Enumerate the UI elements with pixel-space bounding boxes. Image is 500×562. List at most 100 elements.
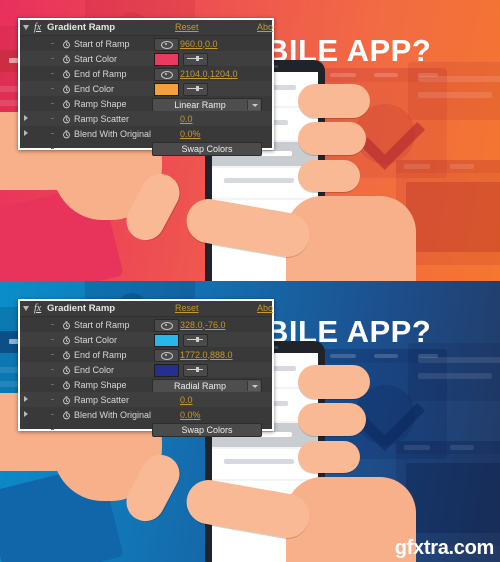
about-link[interactable]: Abo bbox=[257, 22, 273, 32]
property-row-ramp-shape[interactable]: Ramp Shape Linear Ramp bbox=[20, 96, 272, 112]
property-value[interactable]: 0.0% bbox=[180, 129, 201, 139]
stopwatch-icon[interactable] bbox=[62, 350, 71, 360]
chevron-down-icon[interactable] bbox=[247, 380, 260, 391]
stopwatch-icon[interactable] bbox=[62, 335, 71, 345]
finger-middle bbox=[298, 122, 366, 155]
property-row-ramp-scatter[interactable]: Ramp Scatter 0.0 bbox=[20, 111, 272, 126]
property-row-ramp-shape[interactable]: Ramp Shape Radial Ramp bbox=[20, 377, 272, 393]
start-color-swatch[interactable] bbox=[154, 53, 179, 66]
stopwatch-icon[interactable] bbox=[62, 54, 71, 64]
start-color-swatch[interactable] bbox=[154, 334, 179, 347]
effect-controls-panel-cool[interactable]: fx Gradient Ramp Reset Abo Start of Ramp… bbox=[18, 299, 274, 437]
property-row-start-color[interactable]: Start Color bbox=[20, 332, 272, 347]
property-row-end-color[interactable]: End Color bbox=[20, 81, 272, 96]
watermark: gfxtra.com bbox=[394, 537, 495, 559]
stopwatch-icon[interactable] bbox=[62, 320, 71, 330]
reset-link[interactable]: Reset bbox=[175, 22, 199, 32]
background-gradient-warm: BILE APP? fx Gradient Ramp Reset Abo Sta… bbox=[0, 0, 500, 281]
swap-colors-button[interactable]: Swap Colors bbox=[152, 423, 262, 437]
property-value[interactable]: 2104.0,1204.0 bbox=[180, 69, 238, 79]
ramp-shape-value: Radial Ramp bbox=[173, 380, 227, 391]
property-label: End of Ramp bbox=[74, 349, 127, 360]
panel-header[interactable]: fx Gradient Ramp Reset Abo bbox=[20, 301, 273, 317]
end-color-swatch[interactable] bbox=[154, 83, 179, 96]
property-rows: Start of Ramp 960.0,0.0 Start Color End … bbox=[20, 36, 272, 156]
color-picker-icon[interactable] bbox=[183, 364, 208, 377]
color-picker-icon[interactable] bbox=[183, 83, 208, 96]
property-row-blend-with-original[interactable]: Blend With Original 0.0% bbox=[20, 126, 272, 141]
property-row-start-color[interactable]: Start Color bbox=[20, 51, 272, 66]
chevron-down-icon[interactable] bbox=[247, 99, 260, 110]
property-row-end-color[interactable]: End Color bbox=[20, 362, 272, 377]
property-label: Blend With Original bbox=[74, 128, 152, 139]
fx-icon: fx bbox=[34, 303, 42, 314]
reset-link[interactable]: Reset bbox=[175, 303, 199, 313]
ramp-shape-dropdown[interactable]: Linear Ramp bbox=[152, 97, 262, 112]
ramp-shape-value: Linear Ramp bbox=[174, 99, 226, 110]
twirl-down-icon[interactable] bbox=[23, 25, 29, 30]
screenshot-root: BILE APP? fx Gradient Ramp Reset Abo Sta… bbox=[0, 0, 500, 562]
stopwatch-icon[interactable] bbox=[62, 395, 71, 405]
property-row-ramp-scatter[interactable]: Ramp Scatter 0.0 bbox=[20, 392, 272, 407]
twirl-right-icon[interactable] bbox=[24, 396, 28, 402]
property-row-end-of-ramp[interactable]: End of Ramp 1772.0,888.0 bbox=[20, 347, 272, 362]
stopwatch-icon[interactable] bbox=[62, 129, 71, 139]
stopwatch-icon[interactable] bbox=[62, 39, 71, 49]
twirl-down-icon[interactable] bbox=[23, 306, 29, 311]
twirl-right-icon[interactable] bbox=[24, 130, 28, 136]
finger-upper bbox=[298, 365, 370, 399]
background-gradient-cool: BILE APP? fx Gradient Ramp Reset Abo Sta… bbox=[0, 281, 500, 562]
swap-colors-button[interactable]: Swap Colors bbox=[152, 142, 262, 156]
property-row-end-of-ramp[interactable]: End of Ramp 2104.0,1204.0 bbox=[20, 66, 272, 81]
property-row-swap[interactable]: Swap Colors bbox=[20, 141, 272, 156]
fx-icon: fx bbox=[34, 22, 42, 33]
property-label: Start of Ramp bbox=[74, 38, 130, 49]
finger-middle bbox=[298, 403, 366, 436]
stopwatch-icon[interactable] bbox=[62, 99, 71, 109]
eyedropper-icon[interactable] bbox=[154, 319, 179, 332]
effect-controls-panel-warm[interactable]: fx Gradient Ramp Reset Abo Start of Ramp… bbox=[18, 18, 274, 156]
property-label: End Color bbox=[74, 364, 115, 375]
property-label: Ramp Shape bbox=[74, 379, 127, 390]
bottom-variant-cool: BILE APP? fx Gradient Ramp Reset Abo Sta… bbox=[0, 281, 500, 562]
end-color-swatch[interactable] bbox=[154, 364, 179, 377]
property-value[interactable]: 0.0% bbox=[180, 410, 201, 420]
property-value[interactable]: 328.0,-76.0 bbox=[180, 320, 226, 330]
property-rows: Start of Ramp 328.0,-76.0 Start Color En… bbox=[20, 317, 272, 437]
property-value[interactable]: 0.0 bbox=[180, 395, 193, 405]
eyedropper-icon[interactable] bbox=[154, 349, 179, 362]
property-row-start-of-ramp[interactable]: Start of Ramp 960.0,0.0 bbox=[20, 36, 272, 51]
eyedropper-icon[interactable] bbox=[154, 68, 179, 81]
effect-title: Gradient Ramp bbox=[47, 22, 116, 33]
about-link[interactable]: Abo bbox=[257, 303, 273, 313]
property-value[interactable]: 960.0,0.0 bbox=[180, 39, 218, 49]
twirl-right-icon[interactable] bbox=[24, 115, 28, 121]
color-picker-icon[interactable] bbox=[183, 53, 208, 66]
property-label: End Color bbox=[74, 83, 115, 94]
property-label: Start of Ramp bbox=[74, 319, 130, 330]
property-label: End of Ramp bbox=[74, 68, 127, 79]
panel-header[interactable]: fx Gradient Ramp Reset Abo bbox=[20, 20, 273, 36]
property-label: Ramp Scatter bbox=[74, 394, 130, 405]
stopwatch-icon[interactable] bbox=[62, 114, 71, 124]
twirl-right-icon[interactable] bbox=[24, 411, 28, 417]
property-row-swap[interactable]: Swap Colors bbox=[20, 422, 272, 437]
property-label: Start Color bbox=[74, 334, 118, 345]
color-picker-icon[interactable] bbox=[183, 334, 208, 347]
swap-colors-label: Swap Colors bbox=[181, 144, 233, 154]
finger-lower bbox=[298, 160, 360, 192]
property-row-blend-with-original[interactable]: Blend With Original 0.0% bbox=[20, 407, 272, 422]
finger-upper bbox=[298, 84, 370, 118]
property-row-start-of-ramp[interactable]: Start of Ramp 328.0,-76.0 bbox=[20, 317, 272, 332]
property-value[interactable]: 0.0 bbox=[180, 114, 193, 124]
ramp-shape-dropdown[interactable]: Radial Ramp bbox=[152, 378, 262, 393]
property-label: Blend With Original bbox=[74, 409, 152, 420]
eyedropper-icon[interactable] bbox=[154, 38, 179, 51]
stopwatch-icon[interactable] bbox=[62, 410, 71, 420]
stopwatch-icon[interactable] bbox=[62, 69, 71, 79]
property-value[interactable]: 1772.0,888.0 bbox=[180, 350, 233, 360]
property-label: Ramp Shape bbox=[74, 98, 127, 109]
stopwatch-icon[interactable] bbox=[62, 365, 71, 375]
stopwatch-icon[interactable] bbox=[62, 380, 71, 390]
stopwatch-icon[interactable] bbox=[62, 84, 71, 94]
